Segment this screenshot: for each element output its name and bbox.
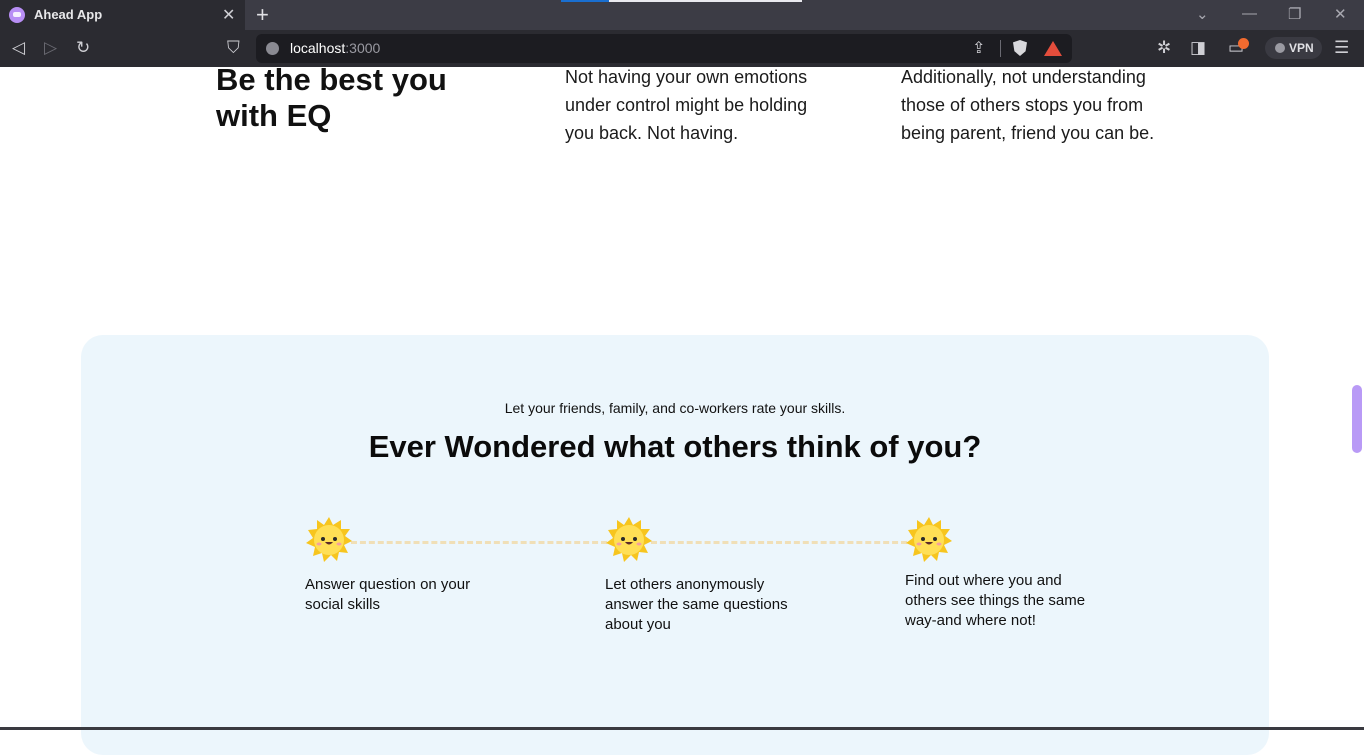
sidebar-icon[interactable]: ◨ (1190, 38, 1206, 58)
panel-kicker: Let your friends, family, and co-workers… (504, 400, 846, 416)
tab-loading-indicator-track (609, 0, 802, 2)
close-tab-icon[interactable]: ✕ (222, 5, 235, 25)
intro-heading: Be the best you with EQ (216, 62, 447, 133)
new-tab-icon[interactable]: + (256, 2, 269, 28)
menu-icon[interactable]: ☰ (1334, 38, 1349, 58)
browser-tab[interactable]: Ahead App ✕ (0, 0, 245, 30)
rate-skills-panel: Let your friends, family, and co-workers… (81, 335, 1269, 755)
browser-toolbar: ◁ ▷ ↻ ⛉ localhost:3000 ⇪ ✲ ◨ ▭ VPN ☰ (0, 30, 1364, 67)
forward-icon[interactable]: ▷ (44, 38, 57, 58)
url-host: localhost (290, 40, 346, 56)
url-text: localhost:3000 (290, 40, 380, 56)
browser-tab-strip: Ahead App ✕ + ⌄ — ❐ ✕ (0, 0, 1364, 30)
vpn-button[interactable]: VPN (1265, 37, 1322, 59)
restore-window-icon[interactable]: ❐ (1288, 5, 1301, 23)
url-port: :3000 (345, 40, 381, 56)
step-connector-line (651, 541, 907, 544)
step-1-text: Answer question on your social skills (305, 576, 471, 613)
reload-icon[interactable]: ↻ (76, 38, 90, 58)
vpn-label: VPN (1289, 41, 1314, 55)
intro-paragraph-others: Additionally, not understanding those of… (901, 67, 1155, 143)
panel-title: Ever Wondered what others think of you? (368, 429, 982, 464)
minimize-window-icon[interactable]: — (1242, 5, 1257, 22)
step-2-text: Let others anonymously answer the same q… (605, 576, 788, 633)
site-info-icon[interactable] (266, 42, 279, 55)
sun-face-icon (306, 517, 352, 563)
brave-rewards-icon[interactable] (1044, 41, 1062, 56)
app-favicon-icon (9, 7, 25, 23)
sun-face-icon (606, 517, 652, 563)
bookmark-icon[interactable]: ⛉ (227, 38, 240, 58)
address-bar[interactable]: localhost:3000 ⇪ (256, 34, 1072, 63)
address-bar-divider (1000, 40, 1001, 57)
close-window-icon[interactable]: ✕ (1334, 5, 1347, 23)
brave-shield-icon[interactable] (1013, 40, 1027, 56)
tab-search-chevron-icon[interactable]: ⌄ (1196, 5, 1209, 23)
vpn-status-icon (1275, 43, 1285, 53)
share-icon[interactable]: ⇪ (972, 38, 985, 58)
tab-title: Ahead App (34, 7, 103, 22)
back-icon[interactable]: ◁ (12, 38, 25, 58)
tab-loading-indicator (561, 0, 609, 2)
step-connector-line (351, 541, 607, 544)
sun-face-icon (906, 517, 952, 563)
page-scrollbar-thumb[interactable] (1352, 385, 1362, 453)
wallet-notification-badge (1238, 38, 1249, 49)
step-3-text: Find out where you and others see things… (905, 572, 1086, 629)
intro-paragraph-emotions: Not having your own emotions under contr… (565, 67, 808, 143)
extensions-icon[interactable]: ✲ (1157, 38, 1171, 58)
